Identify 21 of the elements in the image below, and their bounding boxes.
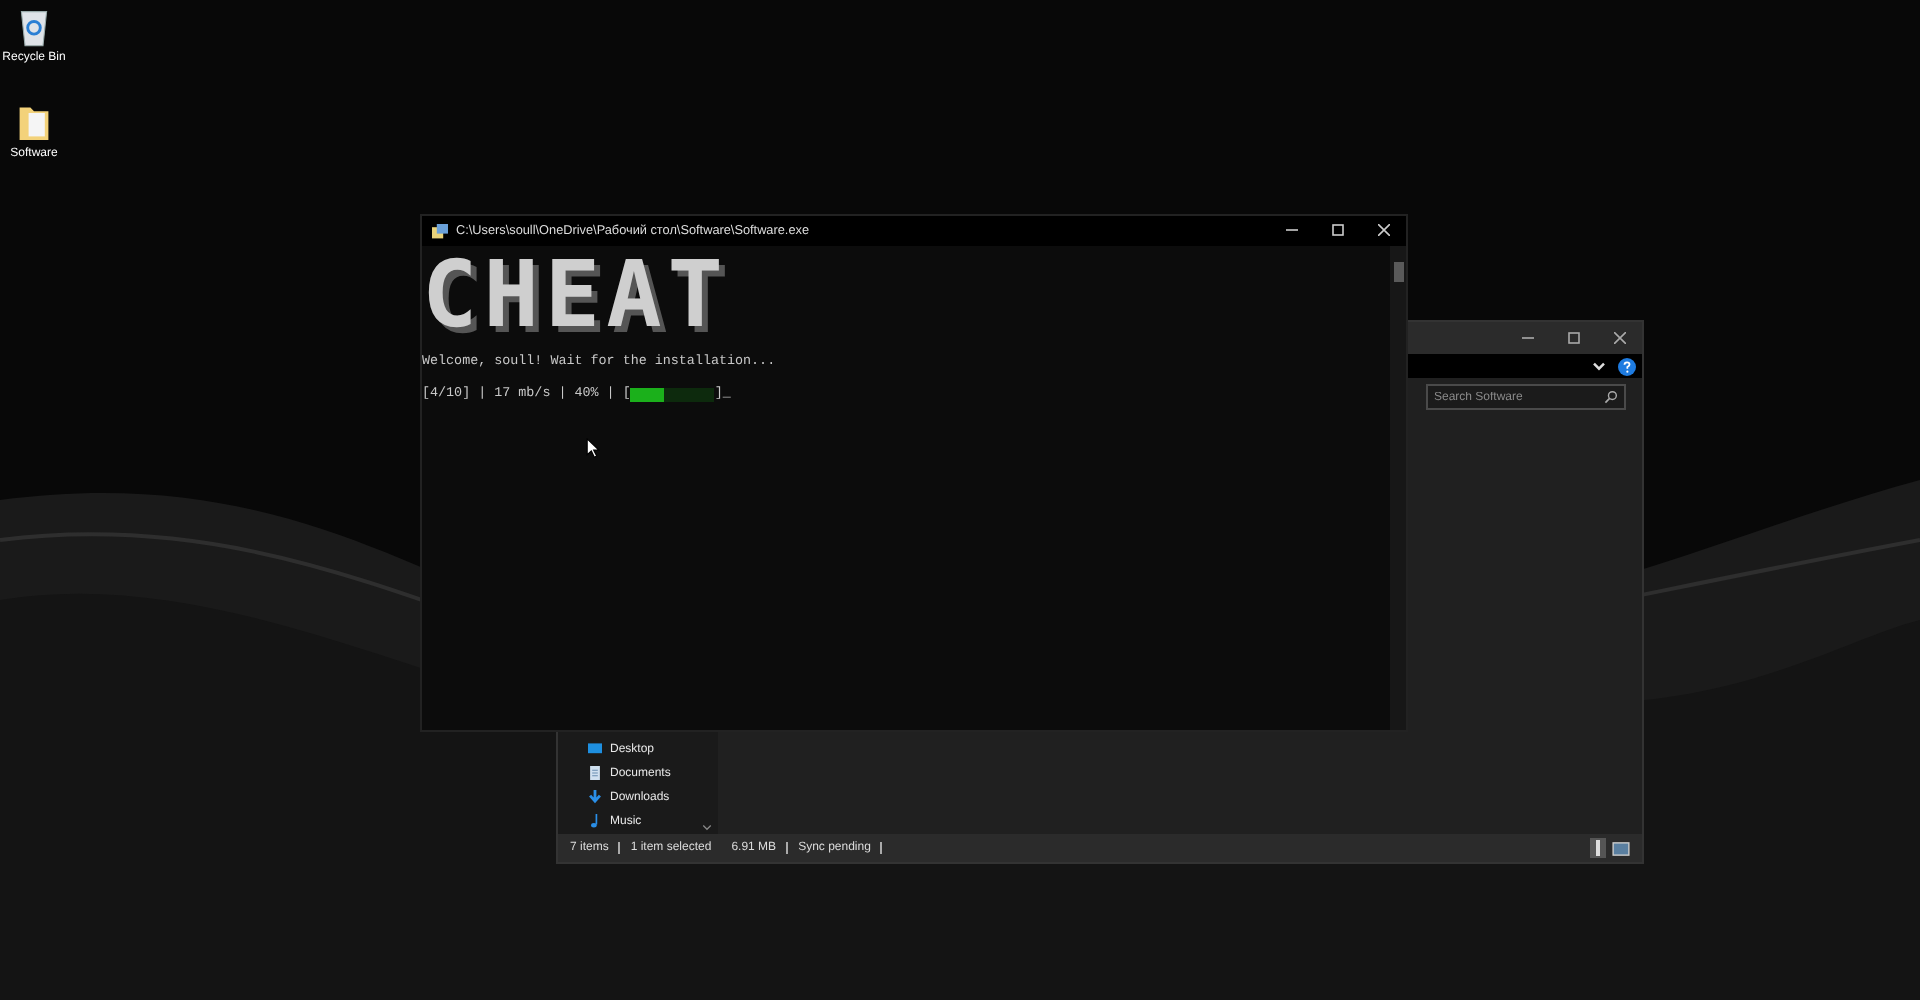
music-note-icon [588,814,602,828]
details-view-icon[interactable] [1590,838,1606,858]
close-icon[interactable] [1377,224,1389,236]
minimize-icon[interactable] [1521,332,1533,344]
monitor-icon [588,742,602,756]
document-icon [588,766,602,780]
search-icon [1604,390,1618,404]
maximize-icon[interactable] [1331,224,1343,236]
app-icon [432,223,448,239]
thumbnail-view-icon[interactable] [1612,841,1630,855]
close-icon[interactable] [1613,332,1625,344]
banner-title: CHEAT [422,246,729,342]
help-icon[interactable] [1618,357,1636,375]
mouse-pointer-icon [586,438,600,458]
maximize-icon[interactable] [1567,332,1579,344]
scroll-down-icon[interactable] [702,824,712,832]
minimize-icon[interactable] [1285,224,1297,236]
scrollbar[interactable] [1390,246,1406,730]
download-arrow-icon [588,790,602,804]
chevron-down-icon[interactable] [1592,361,1606,371]
progress-bar [630,388,715,402]
